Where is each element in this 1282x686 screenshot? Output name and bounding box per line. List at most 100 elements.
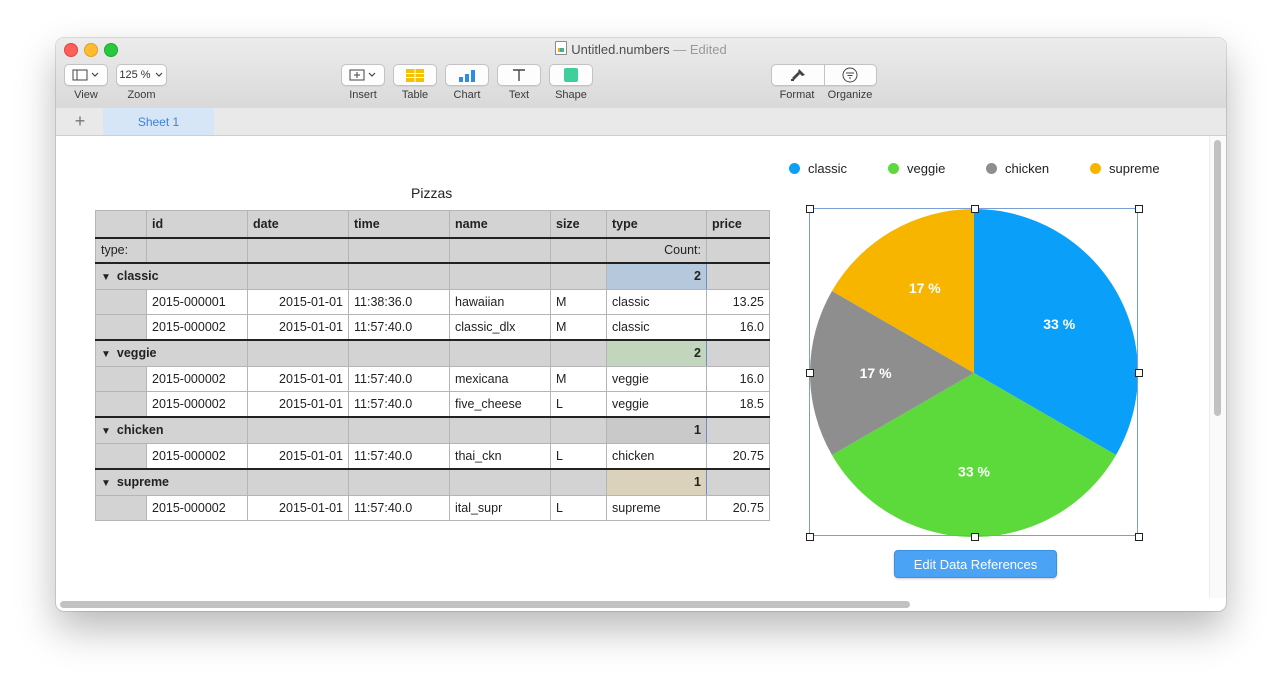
resize-handle[interactable] bbox=[806, 369, 814, 377]
table-cell[interactable] bbox=[550, 467, 607, 496]
table-cell[interactable]: chicken bbox=[606, 443, 707, 469]
group-count[interactable]: 2 bbox=[606, 261, 707, 290]
table-cell[interactable]: classic bbox=[606, 289, 707, 315]
disclosure-triangle-icon[interactable]: ▼ bbox=[101, 478, 111, 489]
table-cell[interactable]: mexicana bbox=[449, 366, 551, 392]
table-row[interactable]: 2015-000002 2015-01-01 11:57:40.0 thai_ckn L… bbox=[95, 443, 770, 469]
column-header[interactable]: type bbox=[606, 210, 707, 239]
group-row[interactable]: ▼ classic 2 bbox=[95, 261, 770, 290]
resize-handle[interactable] bbox=[971, 533, 979, 541]
row-header-cell[interactable] bbox=[95, 366, 147, 392]
group-count[interactable]: 2 bbox=[606, 338, 707, 367]
table-cell[interactable] bbox=[348, 467, 450, 496]
column-header[interactable]: price bbox=[706, 210, 770, 239]
table-cell[interactable]: 11:57:40.0 bbox=[348, 366, 450, 392]
table-row[interactable]: 2015-000001 2015-01-01 11:38:36.0 hawaiian M… bbox=[95, 289, 770, 315]
table-cell[interactable] bbox=[348, 237, 450, 263]
table-cell[interactable]: 2015-01-01 bbox=[247, 366, 349, 392]
table-cell[interactable]: 2015-01-01 bbox=[247, 495, 349, 521]
group-header[interactable]: ▼ classic bbox=[95, 261, 248, 290]
table-cell[interactable]: supreme bbox=[606, 495, 707, 521]
table-cell[interactable]: ital_supr bbox=[449, 495, 551, 521]
row-header-cell[interactable] bbox=[95, 289, 147, 315]
table-cell[interactable] bbox=[146, 237, 248, 263]
table-cell[interactable] bbox=[706, 237, 770, 263]
resize-handle[interactable] bbox=[971, 205, 979, 213]
table-cell[interactable]: classic bbox=[606, 314, 707, 340]
row-header-cell[interactable] bbox=[95, 495, 147, 521]
group-row[interactable]: ▼ chicken 1 bbox=[95, 415, 770, 444]
table-cell[interactable] bbox=[706, 467, 770, 496]
table-cell[interactable] bbox=[247, 467, 349, 496]
resize-handle[interactable] bbox=[1135, 533, 1143, 541]
table-cell[interactable]: 16.0 bbox=[706, 314, 770, 340]
zoom-dropdown[interactable]: 125 % bbox=[116, 64, 167, 86]
resize-handle[interactable] bbox=[1135, 205, 1143, 213]
table-cell[interactable] bbox=[449, 237, 551, 263]
organize-button[interactable] bbox=[825, 65, 877, 85]
table-cell[interactable]: classic_dlx bbox=[449, 314, 551, 340]
column-header[interactable]: size bbox=[550, 210, 607, 239]
group-header[interactable]: ▼ supreme bbox=[95, 467, 248, 496]
table-cell[interactable] bbox=[247, 237, 349, 263]
table-cell[interactable]: L bbox=[550, 495, 607, 521]
table-cell[interactable] bbox=[550, 261, 607, 290]
disclosure-triangle-icon[interactable]: ▼ bbox=[101, 272, 111, 283]
disclosure-triangle-icon[interactable]: ▼ bbox=[101, 349, 111, 360]
add-sheet-button[interactable]: + bbox=[72, 111, 88, 131]
table-cell[interactable]: hawaiian bbox=[449, 289, 551, 315]
table-cell[interactable]: veggie bbox=[606, 391, 707, 417]
horizontal-scrollbar[interactable] bbox=[60, 601, 910, 608]
group-row[interactable]: ▼ veggie 2 bbox=[95, 338, 770, 367]
row-header-cell[interactable] bbox=[95, 314, 147, 340]
table-row[interactable]: 2015-000002 2015-01-01 11:57:40.0 classic_d… bbox=[95, 314, 770, 340]
table-cell[interactable] bbox=[706, 415, 770, 444]
table-cell[interactable]: 20.75 bbox=[706, 495, 770, 521]
table-cell[interactable]: five_cheese bbox=[449, 391, 551, 417]
table-row[interactable]: 2015-000002 2015-01-01 11:57:40.0 mexicana M… bbox=[95, 366, 770, 392]
table-cell[interactable]: M bbox=[550, 289, 607, 315]
table-cell[interactable]: 2015-000002 bbox=[146, 443, 248, 469]
table-cell[interactable] bbox=[449, 261, 551, 290]
table-cell[interactable] bbox=[348, 338, 450, 367]
table-cell[interactable]: 2015-01-01 bbox=[247, 314, 349, 340]
table-cell[interactable] bbox=[550, 415, 607, 444]
column-header[interactable]: id bbox=[146, 210, 248, 239]
table-cell[interactable] bbox=[550, 237, 607, 263]
group-count[interactable]: 1 bbox=[606, 467, 707, 496]
pizzas-table[interactable]: id date time name size type price type: Count: ▼ c… bbox=[95, 210, 770, 521]
table-button[interactable] bbox=[393, 64, 437, 86]
table-cell[interactable]: 11:57:40.0 bbox=[348, 443, 450, 469]
row-header-cell[interactable] bbox=[95, 210, 147, 239]
table-cell[interactable] bbox=[348, 415, 450, 444]
table-cell[interactable]: 2015-000002 bbox=[146, 314, 248, 340]
table-cell[interactable]: 11:57:40.0 bbox=[348, 391, 450, 417]
table-cell[interactable]: L bbox=[550, 391, 607, 417]
view-button[interactable] bbox=[64, 64, 108, 86]
column-header[interactable]: time bbox=[348, 210, 450, 239]
table-cell[interactable]: 11:57:40.0 bbox=[348, 495, 450, 521]
shape-button[interactable] bbox=[549, 64, 593, 86]
table-cell[interactable] bbox=[449, 338, 551, 367]
table-cell[interactable] bbox=[247, 415, 349, 444]
edit-data-references-button[interactable]: Edit Data References bbox=[894, 550, 1057, 578]
category-label[interactable]: type: bbox=[95, 237, 147, 263]
table-cell[interactable] bbox=[449, 467, 551, 496]
row-header-cell[interactable] bbox=[95, 443, 147, 469]
group-header[interactable]: ▼ chicken bbox=[95, 415, 248, 444]
vertical-scrollbar[interactable] bbox=[1214, 140, 1221, 416]
column-header[interactable]: date bbox=[247, 210, 349, 239]
table-cell[interactable] bbox=[449, 415, 551, 444]
tab-sheet-1[interactable]: Sheet 1 bbox=[103, 108, 214, 135]
table-cell[interactable]: veggie bbox=[606, 366, 707, 392]
resize-handle[interactable] bbox=[806, 205, 814, 213]
table-cell[interactable]: thai_ckn bbox=[449, 443, 551, 469]
resize-handle[interactable] bbox=[1135, 369, 1143, 377]
table-cell[interactable] bbox=[247, 338, 349, 367]
table-cell[interactable]: 2015-000002 bbox=[146, 495, 248, 521]
format-button[interactable] bbox=[772, 65, 825, 85]
resize-handle[interactable] bbox=[806, 533, 814, 541]
insert-button[interactable] bbox=[341, 64, 385, 86]
pie-chart[interactable]: 33 % 33 % 17 % 17 % bbox=[809, 208, 1139, 538]
table-cell[interactable]: L bbox=[550, 443, 607, 469]
